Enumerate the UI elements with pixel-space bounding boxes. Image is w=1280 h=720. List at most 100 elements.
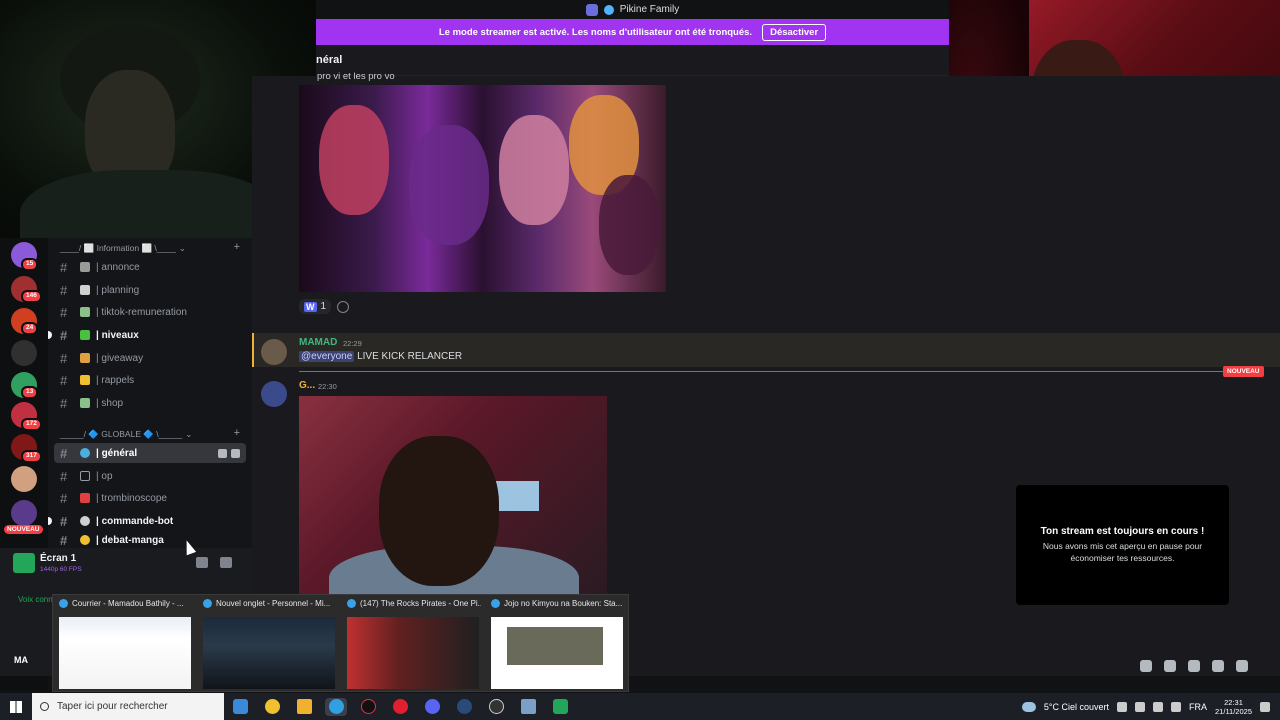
category-information[interactable]: ____/ ⬜ Information ⬜ \____ ⌄ (60, 243, 186, 254)
channel-general[interactable]: # | général (54, 443, 246, 463)
taskbar-app-files[interactable] (517, 698, 539, 716)
edge-icon (203, 599, 212, 608)
server-badge: 317 (21, 450, 42, 463)
channel-rappels[interactable]: # | rappels (54, 370, 246, 390)
nouveau-badge: NOUVEAU (4, 525, 43, 534)
start-button[interactable] (0, 693, 32, 720)
reaction-w[interactable]: W 1 (299, 299, 332, 314)
channel-giveaway[interactable]: # | giveaway (54, 348, 246, 368)
server-badge: 172 (21, 418, 42, 431)
channel-niveaux[interactable]: # | niveaux (48, 325, 246, 345)
desktop-screen: Pikine Family Le mode streamer est activ… (0, 0, 1280, 720)
preview-window[interactable]: Jojo no Kimyou na Bouken: Sta... (485, 595, 629, 693)
channel-shop[interactable]: # | shop (54, 393, 246, 413)
paused-subtitle: Nous avons mis cet aperçu en pause pour … (1042, 541, 1203, 563)
taskbar-app-mail[interactable] (229, 698, 251, 716)
channel-annonce[interactable]: # | annonce (54, 257, 246, 277)
taskbar-app-obs[interactable] (485, 698, 507, 716)
user-name[interactable]: MA (14, 655, 28, 665)
tiktok-icon (360, 699, 376, 714)
invite-icon[interactable] (218, 448, 227, 458)
mention-everyone[interactable]: @everyone (299, 351, 355, 362)
message-author[interactable]: G... (299, 380, 315, 391)
add-reaction-icon[interactable] (337, 300, 350, 313)
preview-title: (147) The Rocks Pirates - One Pi... (360, 599, 481, 608)
gear-icon[interactable] (231, 448, 240, 458)
channel-planning[interactable]: # | planning (54, 280, 246, 300)
plant-icon (80, 330, 90, 340)
avatar[interactable] (261, 339, 287, 365)
volume-icon[interactable] (1171, 701, 1182, 712)
preview-window[interactable]: (147) The Rocks Pirates - One Pi... (341, 595, 485, 693)
message-image-stream[interactable] (299, 396, 607, 596)
chevron-up-icon[interactable] (1117, 701, 1128, 712)
microphone-icon[interactable] (1135, 701, 1146, 712)
preview-thumbnail (203, 617, 335, 689)
android-icon (552, 699, 568, 714)
mail-icon (232, 699, 248, 714)
server-icon[interactable] (11, 466, 37, 492)
taskbar-app-android[interactable] (549, 698, 571, 716)
hash-icon: # (60, 304, 68, 320)
taskbar-app-chrome[interactable] (261, 698, 283, 716)
channel-label: | niveaux (96, 329, 139, 341)
megaphone-icon (80, 262, 90, 272)
channel-commande-bot[interactable]: # | commande-bot (48, 511, 246, 531)
globe-icon (80, 448, 90, 458)
apps-icon[interactable] (1236, 660, 1248, 672)
hash-icon: # (60, 468, 68, 484)
search-placeholder: Taper ici pour rechercher (57, 701, 168, 712)
unread-indicator (48, 517, 52, 525)
taskbar-app-tiktok[interactable] (357, 698, 379, 716)
channel-header: néral (316, 45, 949, 76)
channel-tiktok-remuneration[interactable]: # | tiktok-remuneration (54, 302, 246, 322)
channel-trombinoscope[interactable]: # | trombinoscope (54, 488, 246, 508)
add-channel-icon[interactable]: + (234, 241, 240, 253)
preview-window[interactable]: Nouvel onglet - Personnel - Mi... (197, 595, 341, 693)
add-channel-icon[interactable]: + (234, 427, 240, 439)
taskbar-search[interactable]: Taper ici pour rechercher (32, 693, 224, 720)
message-author[interactable]: MAMAD (299, 337, 337, 348)
taskbar-app-explorer[interactable] (293, 698, 315, 716)
taskbar-app-opera[interactable] (389, 698, 411, 716)
server-icon[interactable] (11, 340, 37, 366)
stop-stream-icon[interactable] (196, 557, 208, 568)
hash-icon: # (60, 259, 68, 275)
search-icon (40, 702, 49, 711)
taskbar-app-discord[interactable] (421, 698, 443, 716)
edge-icon (347, 599, 356, 608)
popout-icon[interactable] (220, 557, 232, 568)
channel-debat-manga[interactable]: # | debat-manga (54, 532, 246, 548)
gif-icon[interactable] (1164, 660, 1176, 672)
new-messages-badge: NOUVEAU (1223, 366, 1264, 377)
chevron-down-icon: ⌄ (185, 429, 193, 439)
clock[interactable]: 22:31 21/11/2025 (1215, 698, 1252, 716)
category-globale[interactable]: _____/ 🔷 GLOBALE 🔷 \_____ ⌄ (60, 429, 192, 440)
disable-streamer-mode-button[interactable]: Désactiver (762, 23, 827, 41)
taskbar-app-steam[interactable] (453, 698, 475, 716)
stream-paused-overlay[interactable]: Ton stream est toujours en cours ! Nous … (1016, 485, 1229, 605)
channel-label: | annonce (96, 261, 140, 273)
notification-icon[interactable] (1260, 701, 1270, 712)
gift-icon[interactable] (1140, 660, 1152, 672)
avatar[interactable] (261, 381, 287, 407)
channel-title: néral (316, 54, 343, 66)
network-icon[interactable] (1153, 701, 1164, 712)
message-body: LIVE KICK RELANCER (357, 351, 463, 362)
preview-title: Nouvel onglet - Personnel - Mi... (216, 599, 331, 608)
opera-icon (392, 699, 408, 714)
new-messages-divider (299, 371, 1235, 372)
server-icon[interactable] (11, 500, 37, 526)
message-image-anime[interactable] (299, 85, 666, 292)
server-badge: 146 (21, 290, 42, 303)
shield-icon (80, 516, 90, 526)
weather-label[interactable]: 5°C Ciel couvert (1044, 702, 1109, 712)
channel-label: | debat-manga (96, 534, 164, 546)
sticker-icon[interactable] (1188, 660, 1200, 672)
taskbar-app-edge[interactable] (325, 697, 347, 716)
channel-op[interactable]: # | op (54, 466, 246, 486)
language-indicator[interactable]: FRA (1189, 702, 1207, 712)
preview-window[interactable]: Courrier - Mamadou Bathily - ... (53, 595, 197, 693)
folder-icon (296, 699, 312, 714)
emoji-icon[interactable] (1212, 660, 1224, 672)
